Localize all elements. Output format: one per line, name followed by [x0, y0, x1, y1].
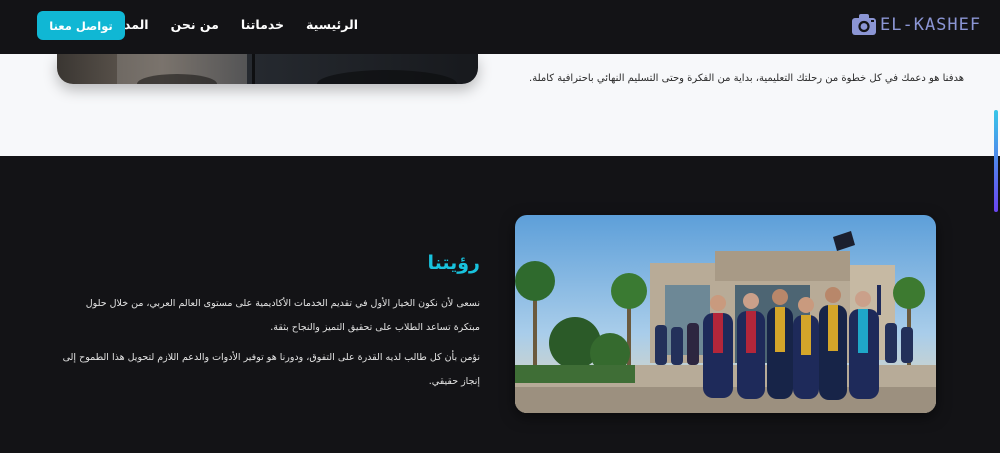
main-nav: الرئيسية خدماتنا من نحن المدونة	[104, 17, 358, 35]
vision-title: رؤيتنا	[427, 252, 480, 274]
about-text: هدفنا هو دعمك في كل خطوة من رحلتك التعلي…	[529, 73, 964, 84]
camera-icon	[852, 14, 876, 35]
logo[interactable]: EL-KASHEF	[851, 12, 980, 38]
page-scrollbar-thumb[interactable]	[994, 110, 998, 212]
nav-link-home[interactable]: الرئيسية	[306, 17, 358, 35]
navbar: EL-KASHEF الرئيسية خدماتنا من نحن المدون…	[0, 0, 1000, 54]
about-section: هدفنا هو دعمك في كل خطوة من رحلتك التعلي…	[0, 54, 1000, 156]
nav-link-services[interactable]: خدماتنا	[241, 17, 284, 35]
vision-paragraph-1: نسعى لأن نكون الخيار الأول في تقديم الخد…	[85, 298, 480, 333]
logo-text: EL-KASHEF	[880, 15, 982, 35]
contact-us-button[interactable]: تواصل معنا	[37, 11, 125, 40]
about-image	[57, 54, 478, 84]
vision-paragraph-2: نؤمن بأن كل طالب لديه القدرة على التفوق،…	[62, 352, 480, 387]
vision-section: رؤيتنا نسعى لأن نكون الخيار الأول في تقد…	[0, 156, 1000, 453]
graduation-image	[515, 215, 936, 413]
nav-link-about[interactable]: من نحن	[171, 17, 219, 35]
